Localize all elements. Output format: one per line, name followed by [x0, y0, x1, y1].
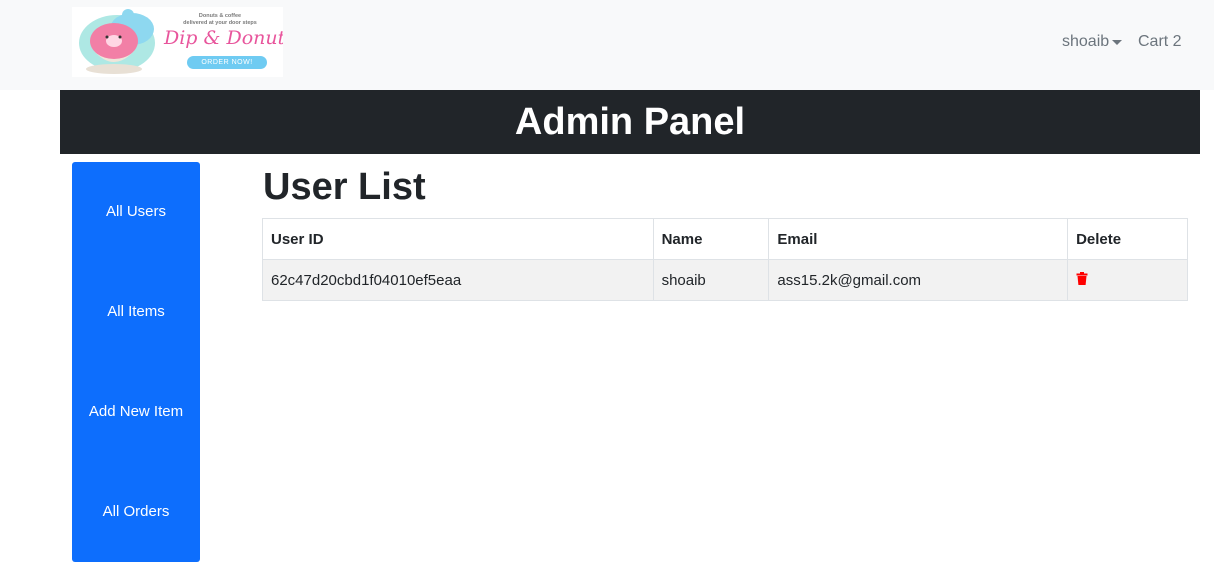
cell-user-id: 62c47d20cbd1f04010ef5eaa: [262, 259, 654, 301]
column-header-name: Name: [652, 218, 770, 260]
brand-tagline: delivered at your door steps: [183, 20, 257, 26]
column-header-email: Email: [768, 218, 1069, 260]
cell-name: shoaib: [652, 259, 770, 301]
table-header-row: User ID Name Email Delete: [262, 218, 1188, 260]
navbar: Donuts & coffee delivered at your door s…: [0, 0, 1214, 90]
sidebar-item-add-new-item[interactable]: Add New Item: [72, 403, 200, 420]
brand-logo[interactable]: Donuts & coffee delivered at your door s…: [72, 7, 283, 77]
cell-email: ass15.2k@gmail.com: [768, 259, 1069, 301]
table-row: 62c47d20cbd1f04010ef5eaa shoaib ass15.2k…: [262, 259, 1188, 301]
sidebar-item-all-users[interactable]: All Users: [72, 203, 200, 220]
brand-name: Dip & Donuts: [164, 27, 283, 49]
column-header-user-id: User ID: [262, 218, 654, 260]
sidebar-item-all-items[interactable]: All Items: [72, 303, 200, 320]
user-dropdown[interactable]: shoaib: [1062, 33, 1123, 51]
brand-tagline: Donuts & coffee: [198, 13, 242, 19]
cell-delete: [1067, 259, 1188, 301]
cart-link[interactable]: Cart 2: [1138, 33, 1182, 51]
column-header-delete: Delete: [1067, 218, 1188, 260]
sidebar: All Users All Items Add New Item All Ord…: [72, 162, 200, 562]
user-name: shoaib: [1062, 33, 1110, 50]
caret-down-icon: [1112, 40, 1123, 45]
sidebar-item-all-orders[interactable]: All Orders: [72, 503, 200, 520]
admin-panel-header: Admin Panel: [60, 90, 1200, 154]
user-table: User ID Name Email Delete 62c47d20cbd1f0…: [262, 218, 1188, 301]
page-title: User List: [263, 166, 426, 208]
trash-icon[interactable]: [1076, 271, 1088, 289]
order-now-badge: ORDER NOW!: [187, 56, 267, 69]
